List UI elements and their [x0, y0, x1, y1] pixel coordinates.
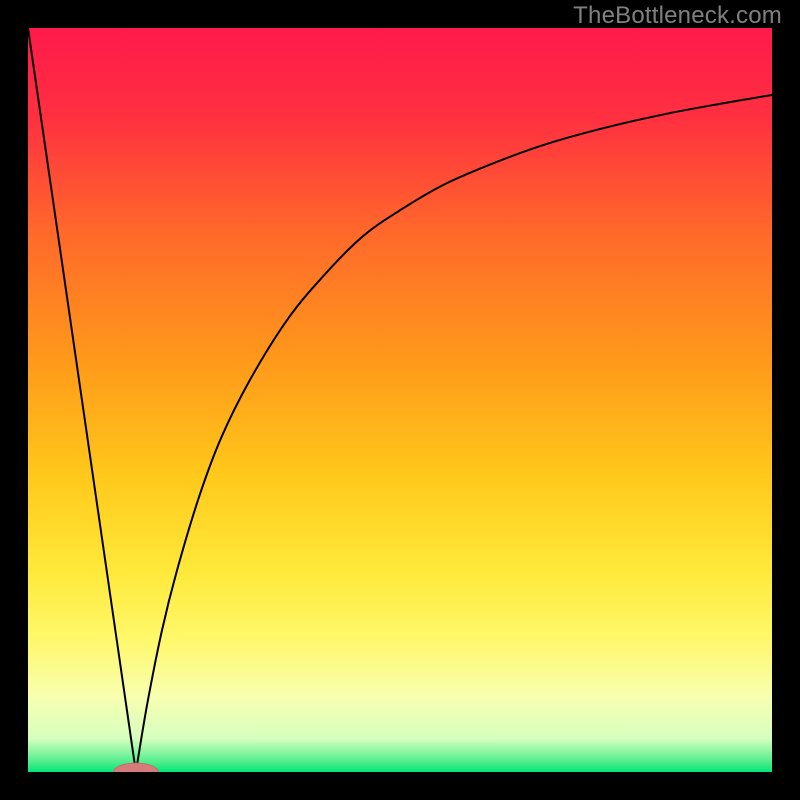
plot-area: [28, 28, 772, 772]
bottleneck-curve-chart: [28, 28, 772, 772]
gradient-background: [28, 28, 772, 772]
chart-frame: TheBottleneck.com: [0, 0, 800, 800]
watermark-text: TheBottleneck.com: [573, 2, 782, 30]
